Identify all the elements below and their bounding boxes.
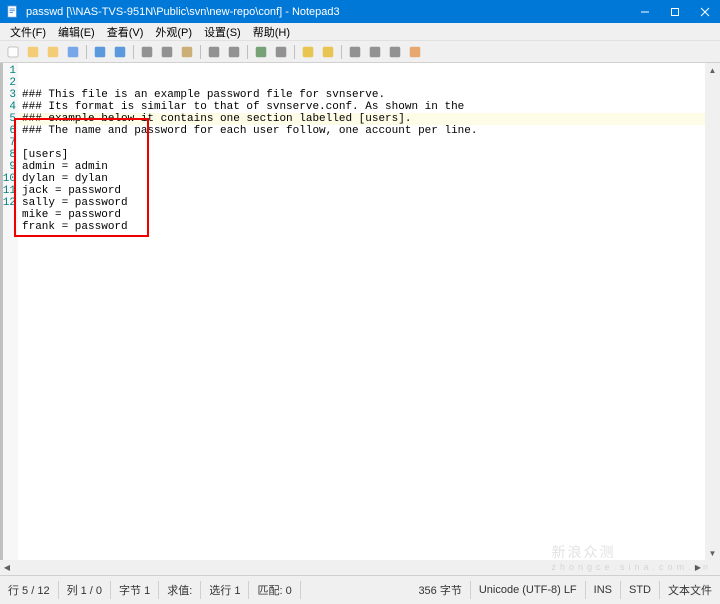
save-icon[interactable]: [64, 43, 82, 61]
minimize-button[interactable]: [630, 0, 660, 23]
left-margin-shadow: [0, 63, 3, 560]
code-line[interactable]: ### This file is an example password fil…: [22, 89, 720, 101]
history-icon[interactable]: [44, 43, 62, 61]
status-std[interactable]: STD: [621, 581, 660, 599]
status-ins[interactable]: INS: [586, 581, 621, 599]
copy-icon[interactable]: [158, 43, 176, 61]
toolbar-separator: [341, 45, 342, 59]
maximize-button[interactable]: [660, 0, 690, 23]
code-line[interactable]: admin = admin: [22, 161, 720, 173]
code-line[interactable]: ### example below it contains one sectio…: [22, 113, 720, 125]
menu-edit[interactable]: 编辑(E): [52, 23, 101, 41]
editor[interactable]: 123456789101112 ### This file is an exam…: [0, 63, 720, 575]
cut-icon[interactable]: [138, 43, 156, 61]
undo-icon[interactable]: [91, 43, 109, 61]
status-encoding[interactable]: Unicode (UTF-8) LF: [471, 581, 586, 599]
toolbar-separator: [294, 45, 295, 59]
code-line[interactable]: ### Its format is similar to that of svn…: [22, 101, 720, 113]
status-column[interactable]: 列 1 / 0: [59, 581, 111, 599]
status-seek[interactable]: 求值:: [159, 581, 201, 599]
settings-icon[interactable]: [272, 43, 290, 61]
zoom-plus-icon[interactable]: [346, 43, 364, 61]
replace-icon[interactable]: [225, 43, 243, 61]
status-filesize[interactable]: 356 字节: [410, 581, 470, 599]
code-line[interactable]: ### The name and password for each user …: [22, 125, 720, 137]
wordwrap-icon[interactable]: [252, 43, 270, 61]
toolbar-separator: [200, 45, 201, 59]
toolbar-separator: [133, 45, 134, 59]
toolbar-separator: [247, 45, 248, 59]
menu-bar: 文件(F) 编辑(E) 查看(V) 外观(P) 设置(S) 帮助(H): [0, 23, 720, 41]
status-bar: 行 5 / 12 列 1 / 0 字节 1 求值: 选行 1 匹配: 0 356…: [0, 575, 720, 604]
window-title: passwd [\\NAS-TVS-951N\Public\svn\new-re…: [26, 6, 630, 18]
new-file-icon[interactable]: [4, 43, 22, 61]
redo-icon[interactable]: [111, 43, 129, 61]
code-line[interactable]: sally = password: [22, 197, 720, 209]
menu-file[interactable]: 文件(F): [4, 23, 52, 41]
menu-view[interactable]: 查看(V): [101, 23, 150, 41]
code-line[interactable]: jack = password: [22, 185, 720, 197]
scroll-corner: [705, 560, 720, 575]
status-bytes[interactable]: 字节 1: [111, 581, 159, 599]
code-line[interactable]: mike = password: [22, 209, 720, 221]
status-match[interactable]: 匹配: 0: [249, 581, 300, 599]
menu-settings[interactable]: 设置(S): [198, 23, 247, 41]
status-line[interactable]: 行 5 / 12: [0, 581, 59, 599]
script-icon[interactable]: [406, 43, 424, 61]
menu-appearance[interactable]: 外观(P): [149, 23, 198, 41]
window-titlebar: passwd [\\NAS-TVS-951N\Public\svn\new-re…: [0, 0, 720, 23]
status-selection[interactable]: 选行 1: [201, 581, 249, 599]
status-filetype[interactable]: 文本文件: [660, 581, 720, 599]
toolbar-separator: [86, 45, 87, 59]
code-line[interactable]: frank = password: [22, 221, 720, 233]
open-folder-icon[interactable]: [24, 43, 42, 61]
scheme-icon[interactable]: [386, 43, 404, 61]
find-icon[interactable]: [205, 43, 223, 61]
close-button[interactable]: [690, 0, 720, 23]
code-line[interactable]: [users]: [22, 149, 720, 161]
scroll-down-arrow[interactable]: ▼: [705, 546, 720, 560]
app-icon: [6, 5, 20, 19]
editor-content[interactable]: ### This file is an example password fil…: [18, 63, 720, 575]
scroll-right-arrow[interactable]: ▶: [691, 560, 705, 575]
menu-help[interactable]: 帮助(H): [247, 23, 296, 41]
scroll-left-arrow[interactable]: ◀: [0, 560, 14, 575]
toolbar: [0, 41, 720, 63]
horizontal-scrollbar[interactable]: ◀ ▶: [0, 560, 705, 575]
scroll-up-arrow[interactable]: ▲: [705, 63, 720, 77]
star-icon[interactable]: [319, 43, 337, 61]
bookmark-icon[interactable]: [366, 43, 384, 61]
code-line[interactable]: [22, 137, 720, 149]
star-icon[interactable]: [299, 43, 317, 61]
paste-icon[interactable]: [178, 43, 196, 61]
code-line[interactable]: dylan = dylan: [22, 173, 720, 185]
